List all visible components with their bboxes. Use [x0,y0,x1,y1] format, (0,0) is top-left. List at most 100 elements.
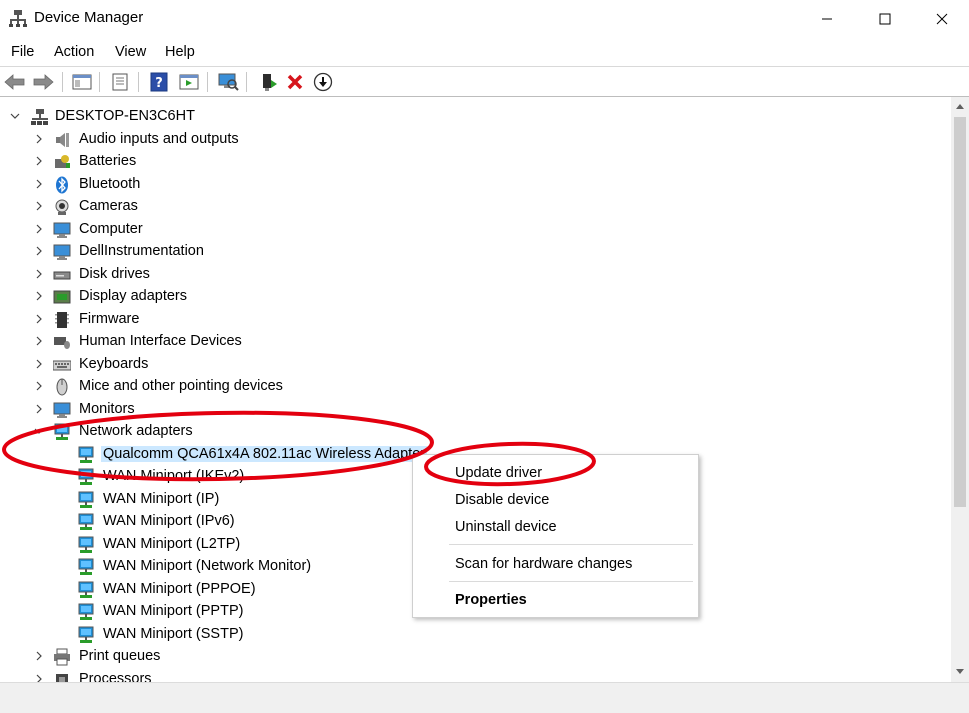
menu-bar: File Action View Help [0,40,969,66]
menu-help[interactable]: Help [165,44,195,60]
chevron-right-icon[interactable] [34,359,44,369]
forward-button[interactable] [31,70,55,94]
minimize-icon [822,18,832,20]
show-hide-console-tree-button[interactable] [70,70,94,94]
toolbar: ? [0,66,969,97]
tree-item-label: WAN Miniport (SSTP) [103,625,244,642]
tree-category[interactable]: Bluetooth [0,174,951,196]
network-adapter-icon [54,423,70,440]
chevron-right-icon[interactable] [34,246,44,256]
properties-icon [112,73,128,91]
tree-root[interactable]: DESKTOP-EN3C6HT [0,106,951,128]
status-bar [0,682,969,713]
menu-view[interactable]: View [115,44,146,60]
tree-item-label: Network adapters [79,423,193,439]
context-menu: Update driver Disable device Uninstall d… [412,454,699,618]
tree-category[interactable]: Keyboards [0,354,951,376]
tree-item-label: WAN Miniport (IKEv2) [103,468,245,484]
chevron-right-icon[interactable] [34,336,44,346]
tree-category[interactable]: Mice and other pointing devices [0,376,951,398]
menu-file[interactable]: File [11,44,34,60]
tree-category[interactable]: Monitors [0,399,951,421]
tree-category[interactable]: Audio inputs and outputs [0,129,951,151]
vertical-scrollbar[interactable] [951,97,969,682]
tree-item-label: DESKTOP-EN3C6HT [55,108,195,124]
uninstall-button[interactable] [283,70,307,94]
network-adapter-icon [78,468,94,485]
tree-category[interactable]: Processors [0,669,951,683]
chevron-right-icon[interactable] [34,134,44,144]
tree-category[interactable]: Print queues [0,646,951,668]
tree-item-label: WAN Miniport (PPPOE) [103,580,256,597]
tree-item-label: Print queues [79,648,161,664]
menu-properties[interactable]: Properties [455,592,527,608]
bluetooth-icon [56,176,68,193]
chevron-down-icon[interactable] [34,426,44,436]
action-pane-button[interactable] [177,70,201,94]
scroll-up-arrow-icon[interactable] [951,99,969,115]
toolbar-separator [138,72,139,92]
chevron-right-icon[interactable] [34,291,44,301]
tree-category[interactable]: Computer [0,219,951,241]
toolbar-separator [62,72,63,92]
tree-category[interactable]: Display adapters [0,286,951,308]
toolbar-separator [246,72,247,92]
tree-category[interactable]: Disk drives [0,264,951,286]
printer-icon [54,648,70,666]
chevron-right-icon[interactable] [34,179,44,189]
menu-uninstall-device[interactable]: Uninstall device [455,519,557,535]
title-bar: Device Manager [0,0,969,38]
update-driver-button[interactable] [255,70,279,94]
tree-device[interactable]: WAN Miniport (SSTP) [0,624,951,646]
computer-root-icon [31,109,48,125]
tree-item-label: WAN Miniport (Network Monitor) [103,558,312,574]
download-button[interactable] [311,70,335,94]
chevron-right-icon[interactable] [34,156,44,166]
properties-button[interactable] [108,70,132,94]
chevron-right-icon[interactable] [34,674,44,683]
chevron-right-icon[interactable] [34,269,44,279]
tree-category[interactable]: Batteries [0,151,951,173]
tree-item-label: Processors [79,670,152,683]
chevron-right-icon[interactable] [34,224,44,234]
tree-category[interactable]: Human Interface Devices [0,331,951,353]
menu-update-driver[interactable]: Update driver [455,465,542,481]
display-adapter-icon [53,290,71,304]
menu-separator [449,581,693,582]
chevron-right-icon[interactable] [34,381,44,391]
scroll-down-arrow-icon[interactable] [951,663,969,679]
tree-item-label: WAN Miniport (L2TP) [103,535,241,552]
network-adapter-icon [78,558,94,575]
tree-item-label: Mice and other pointing devices [79,378,283,394]
tree-category[interactable]: DellInstrumentation [0,241,951,263]
tree-item-label: Display adapters [79,288,187,304]
chevron-right-icon[interactable] [34,314,44,324]
network-adapter-icon [78,581,94,598]
menu-scan-hardware-changes[interactable]: Scan for hardware changes [455,556,632,572]
hid-icon [54,337,70,349]
scan-hardware-button[interactable] [216,70,240,94]
tree-category[interactable]: Cameras [0,196,951,218]
help-button[interactable]: ? [147,70,171,94]
tree-category[interactable]: Network adapters [0,421,951,443]
maximize-button[interactable] [856,0,914,38]
tree-item-label: Computer [79,220,143,237]
minimize-button[interactable] [798,0,856,38]
chevron-down-icon[interactable] [10,111,20,121]
action-pane-icon [179,74,199,90]
monitor-icon [53,402,71,418]
menu-action[interactable]: Action [54,44,94,60]
scrollbar-thumb[interactable] [954,117,966,507]
close-button[interactable] [914,0,969,38]
menu-disable-device[interactable]: Disable device [455,492,549,508]
tree-item-label: Audio inputs and outputs [79,130,239,147]
dell-instrumentation-icon [53,244,71,260]
back-button[interactable] [3,70,27,94]
tree-category[interactable]: Firmware [0,309,951,331]
svg-text:?: ? [155,76,163,91]
chevron-right-icon[interactable] [34,651,44,661]
chevron-right-icon[interactable] [34,201,44,211]
tree-item-label: Qualcomm QCA61x4A 802.11ac Wireless Adap… [101,445,428,462]
show-hide-console-tree-icon [72,74,92,90]
chevron-right-icon[interactable] [34,404,44,414]
